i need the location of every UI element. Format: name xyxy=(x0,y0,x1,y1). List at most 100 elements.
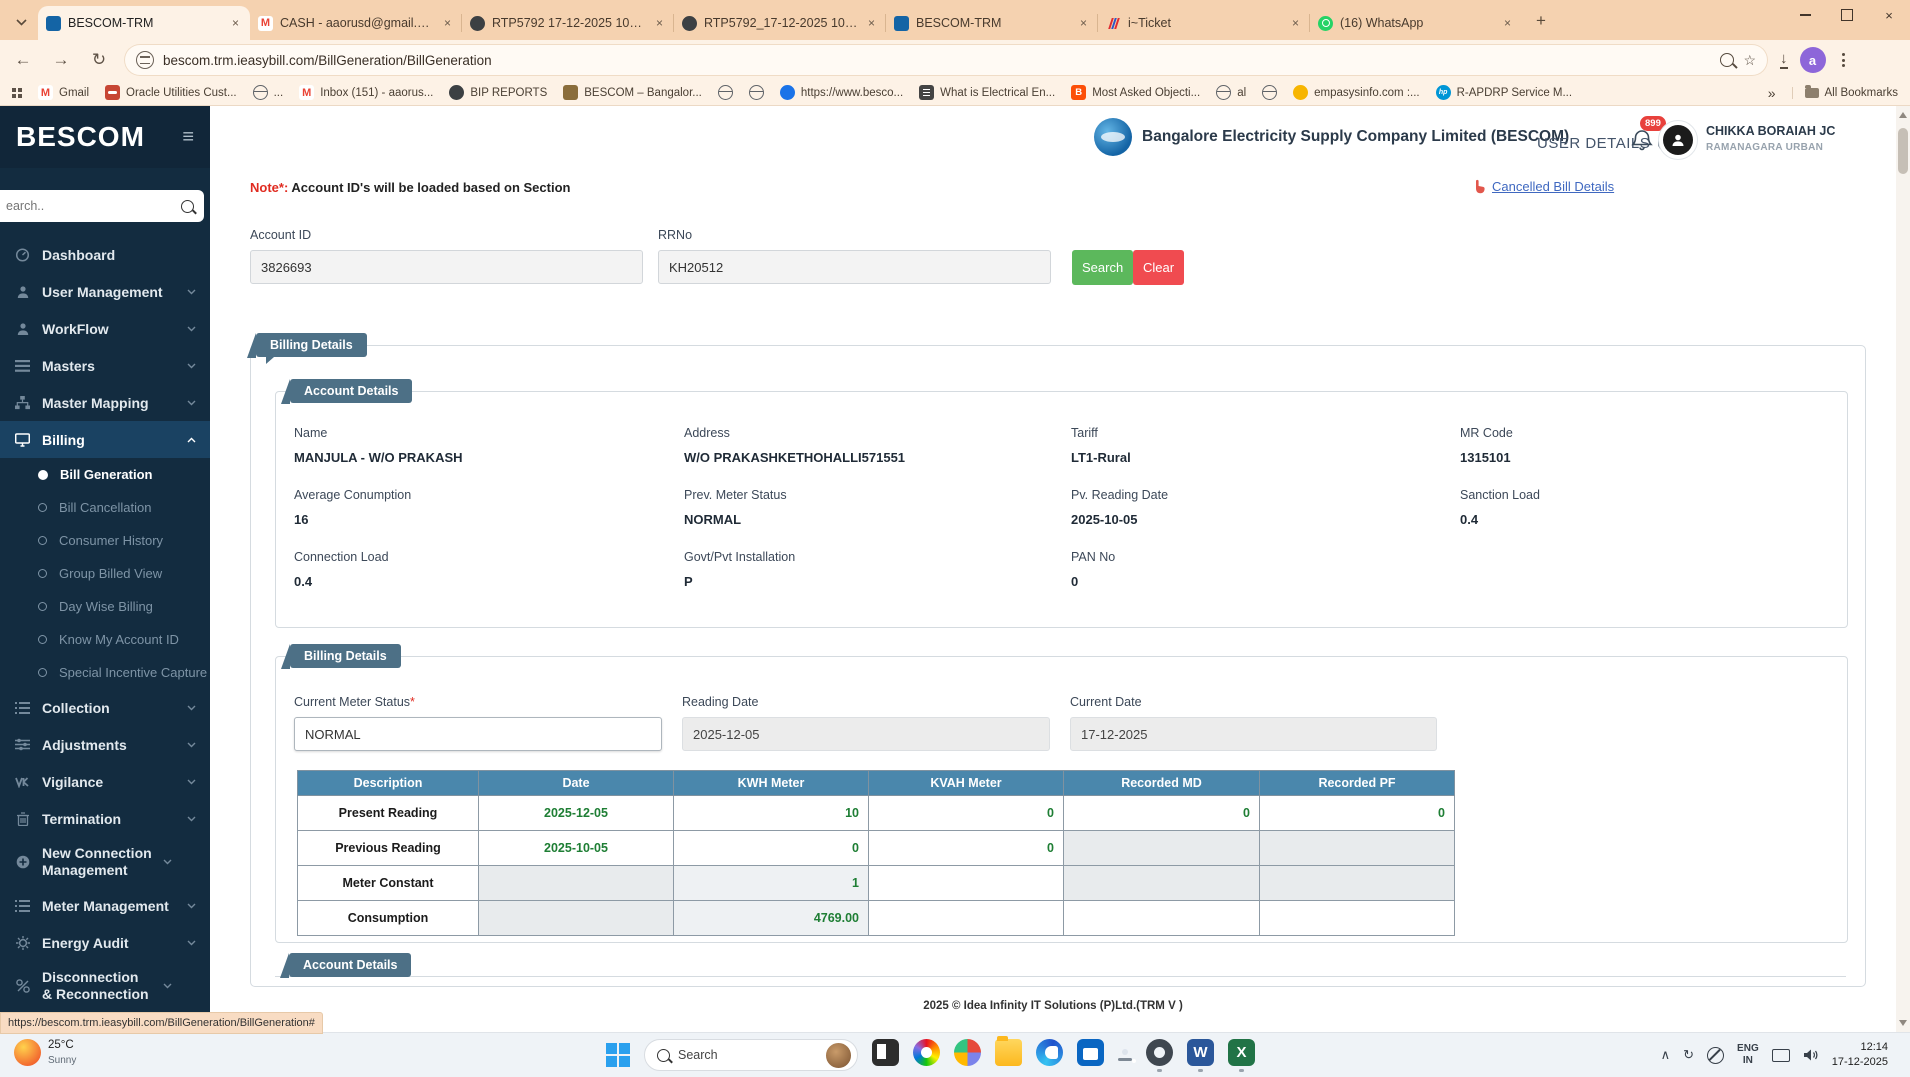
touch-keyboard-icon[interactable] xyxy=(1771,1048,1790,1062)
tray-expand-icon[interactable]: ∧ xyxy=(1661,1047,1671,1063)
sidebar-item-workflow[interactable]: WorkFlow xyxy=(0,310,210,347)
bookmark-most-asked[interactable]: B Most Asked Objecti... xyxy=(1071,85,1200,100)
bookmark-dots[interactable]: ... xyxy=(252,85,283,100)
taskbar-app-store[interactable] xyxy=(1077,1038,1104,1072)
bookmark-bescom[interactable]: BESCOM – Bangalor... xyxy=(563,85,702,100)
language-indicator[interactable]: ENG IN xyxy=(1737,1043,1759,1068)
site-settings-icon[interactable] xyxy=(136,51,154,69)
clear-button[interactable]: Clear xyxy=(1133,250,1185,285)
sidebar-item-collection[interactable]: Collection xyxy=(0,689,210,726)
taskbar-search[interactable]: Search xyxy=(644,1039,858,1071)
bookmark-empasys[interactable]: empasysinfo.com :... xyxy=(1293,85,1420,100)
cancelled-bill-details-link[interactable]: Cancelled Bill Details xyxy=(1471,178,1614,194)
sidebar-item-energy-audit[interactable]: Energy Audit xyxy=(0,924,210,961)
all-bookmarks-button[interactable]: All Bookmarks xyxy=(1791,84,1898,99)
sidebar-subitem-day-wise-billing[interactable]: Day Wise Billing xyxy=(0,590,210,623)
cell-kwh[interactable]: 10 xyxy=(673,795,869,831)
taskbar-app-photos[interactable] xyxy=(913,1038,940,1072)
tab-close-icon[interactable]: × xyxy=(1289,16,1302,30)
bookmark-gmail[interactable]: M Gmail xyxy=(38,85,89,100)
downloads-icon[interactable]: ↓ xyxy=(1780,51,1788,69)
tab-gmail-cash[interactable]: M CASH - aaorusd@gmail.com - C × xyxy=(250,6,462,40)
new-tab-button[interactable]: + xyxy=(1528,8,1554,34)
bookmark-inbox[interactable]: M Inbox (151) - aaorus... xyxy=(299,85,433,100)
bookmark-bip-reports[interactable]: BIP REPORTS xyxy=(449,85,547,100)
sidebar-item-new-connection-management[interactable]: New Connection Management xyxy=(0,837,210,887)
sidebar-subitem-special-incentive-capture[interactable]: Special Incentive Capture xyxy=(0,656,210,689)
current-meter-status-input[interactable] xyxy=(294,717,662,751)
taskbar-app-settings[interactable] xyxy=(1146,1038,1173,1072)
profile-avatar[interactable]: a xyxy=(1799,47,1826,73)
sidebar-item-adjustments[interactable]: Adjustments xyxy=(0,726,210,763)
notifications-button[interactable]: 899 xyxy=(1630,116,1666,154)
taskbar-app-notepad[interactable] xyxy=(872,1038,899,1072)
taskbar-app-excel[interactable]: X xyxy=(1228,1038,1255,1072)
apps-grid-icon[interactable] xyxy=(12,87,22,98)
taskbar-clock[interactable]: 12:14 17-12-2025 xyxy=(1832,1040,1888,1070)
account-id-input[interactable] xyxy=(250,250,643,284)
reload-button[interactable]: ↻ xyxy=(86,50,112,70)
taskbar-weather-widget[interactable]: 25°C Sunny xyxy=(14,1038,76,1068)
url-text[interactable]: bescom.trm.ieasybill.com/BillGeneration/… xyxy=(163,53,1711,68)
tab-rtp5792-b[interactable]: RTP5792_17-12-2025 10_51_43 × xyxy=(673,6,886,40)
bookmark-oracle[interactable]: Oracle Utilities Cust... xyxy=(105,85,237,100)
sidebar-search-input[interactable] xyxy=(4,198,175,214)
tab-close-icon[interactable]: × xyxy=(653,16,666,30)
sidebar-subitem-know-my-account-id[interactable]: Know My Account ID xyxy=(0,623,210,656)
sidebar-search[interactable] xyxy=(0,190,204,222)
user-details-menu[interactable]: USER DETAILS xyxy=(1537,134,1677,152)
vertical-scrollbar[interactable] xyxy=(1896,106,1910,1032)
sidebar-subitem-consumer-history[interactable]: Consumer History xyxy=(0,524,210,557)
bookmark-globe-1[interactable] xyxy=(717,85,733,100)
sidebar-item-meter-management[interactable]: Meter Management xyxy=(0,887,210,924)
bookmarks-overflow-icon[interactable]: » xyxy=(1768,85,1776,101)
cell-pf[interactable]: 0 xyxy=(1259,795,1455,831)
taskbar-app-office[interactable] xyxy=(954,1038,981,1072)
forward-button[interactable]: → xyxy=(48,50,74,70)
bookmark-globe-3[interactable] xyxy=(1262,85,1278,100)
tab-close-icon[interactable]: × xyxy=(1077,16,1090,30)
bookmark-al[interactable]: al xyxy=(1216,85,1246,100)
minimize-button[interactable] xyxy=(1784,0,1826,30)
address-bar[interactable]: bescom.trm.ieasybill.com/BillGeneration/… xyxy=(124,44,1768,76)
back-button[interactable]: ← xyxy=(10,50,36,70)
taskbar-app-chrome[interactable] xyxy=(1118,1049,1132,1061)
search-button[interactable]: Search xyxy=(1072,250,1134,285)
bookmark-besco-url[interactable]: https://www.besco... xyxy=(779,85,903,100)
bookmark-rapdrp[interactable]: hp R-APDRP Service M... xyxy=(1435,85,1572,100)
bookmark-electrical[interactable]: What is Electrical En... xyxy=(919,85,1055,100)
scroll-down-arrow[interactable] xyxy=(1899,1020,1907,1026)
scrollbar-thumb[interactable] xyxy=(1898,128,1908,174)
tab-bescom-trm-active[interactable]: BESCOM-TRM × xyxy=(38,6,250,40)
bookmark-star-icon[interactable]: ☆ xyxy=(1743,52,1756,69)
maximize-button[interactable] xyxy=(1826,0,1868,30)
user-avatar[interactable] xyxy=(1658,120,1698,160)
zoom-icon[interactable] xyxy=(1720,53,1735,67)
cancelled-bill-details-label[interactable]: Cancelled Bill Details xyxy=(1492,179,1614,194)
tab-bescom-trm-2[interactable]: BESCOM-TRM × xyxy=(885,6,1098,40)
tab-close-icon[interactable]: × xyxy=(865,16,878,30)
sidebar-item-masters[interactable]: Masters xyxy=(0,347,210,384)
hamburger-icon[interactable]: ≡ xyxy=(182,126,194,149)
reading-date-input[interactable] xyxy=(682,717,1050,751)
cell-kvah[interactable]: 0 xyxy=(868,795,1064,831)
volume-icon[interactable] xyxy=(1803,1048,1819,1062)
sync-icon[interactable]: ↻ xyxy=(1683,1047,1694,1063)
taskbar-app-file-explorer[interactable] xyxy=(995,1035,1022,1072)
sidebar-item-billing[interactable]: Billing xyxy=(0,421,210,458)
sidebar-item-master-mapping[interactable]: Master Mapping xyxy=(0,384,210,421)
sidebar-subitem-bill-cancellation[interactable]: Bill Cancellation xyxy=(0,491,210,524)
tab-search-button[interactable] xyxy=(6,8,36,36)
tab-close-icon[interactable]: × xyxy=(229,16,242,30)
browser-menu-icon[interactable] xyxy=(1838,53,1849,67)
scroll-up-arrow[interactable] xyxy=(1899,112,1907,118)
bookmark-globe-2[interactable] xyxy=(748,85,764,100)
taskbar-app-word[interactable]: W xyxy=(1187,1038,1214,1072)
sidebar-item-termination[interactable]: Termination xyxy=(0,800,210,837)
tab-whatsapp[interactable]: (16) WhatsApp × xyxy=(1309,6,1522,40)
close-button[interactable]: × xyxy=(1868,0,1910,30)
tab-rtp5792-a[interactable]: RTP5792 17-12-2025 10_53_14 × xyxy=(461,6,674,40)
current-date-input[interactable] xyxy=(1070,717,1437,751)
sidebar-item-vigilance[interactable]: Vigilance xyxy=(0,763,210,800)
taskbar-app-edge[interactable] xyxy=(1036,1038,1063,1072)
